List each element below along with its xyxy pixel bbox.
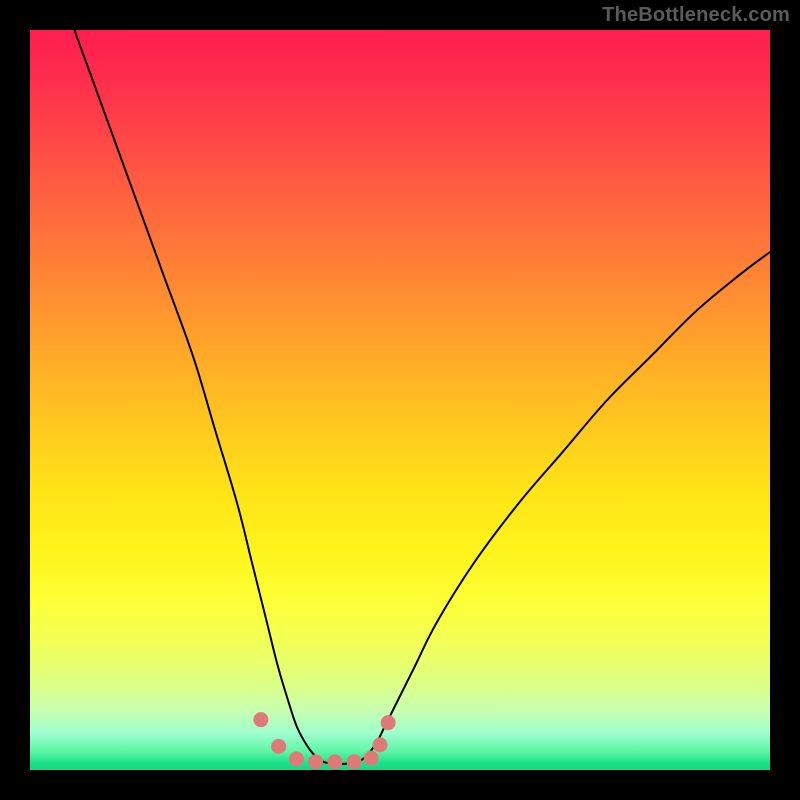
data-marker [308, 754, 323, 769]
data-marker [271, 739, 286, 754]
plot-area [30, 30, 770, 770]
data-marker [253, 712, 268, 727]
watermark-text: TheBottleneck.com [602, 4, 790, 27]
data-marker [347, 754, 362, 769]
curve-layer [30, 30, 770, 770]
right-curve [341, 252, 770, 764]
data-marker [327, 754, 342, 769]
data-marker [364, 751, 379, 766]
chart-frame: TheBottleneck.com [0, 0, 800, 800]
left-curve [74, 30, 340, 764]
data-marker [381, 715, 396, 730]
data-marker [289, 751, 304, 766]
data-marker [373, 737, 388, 752]
